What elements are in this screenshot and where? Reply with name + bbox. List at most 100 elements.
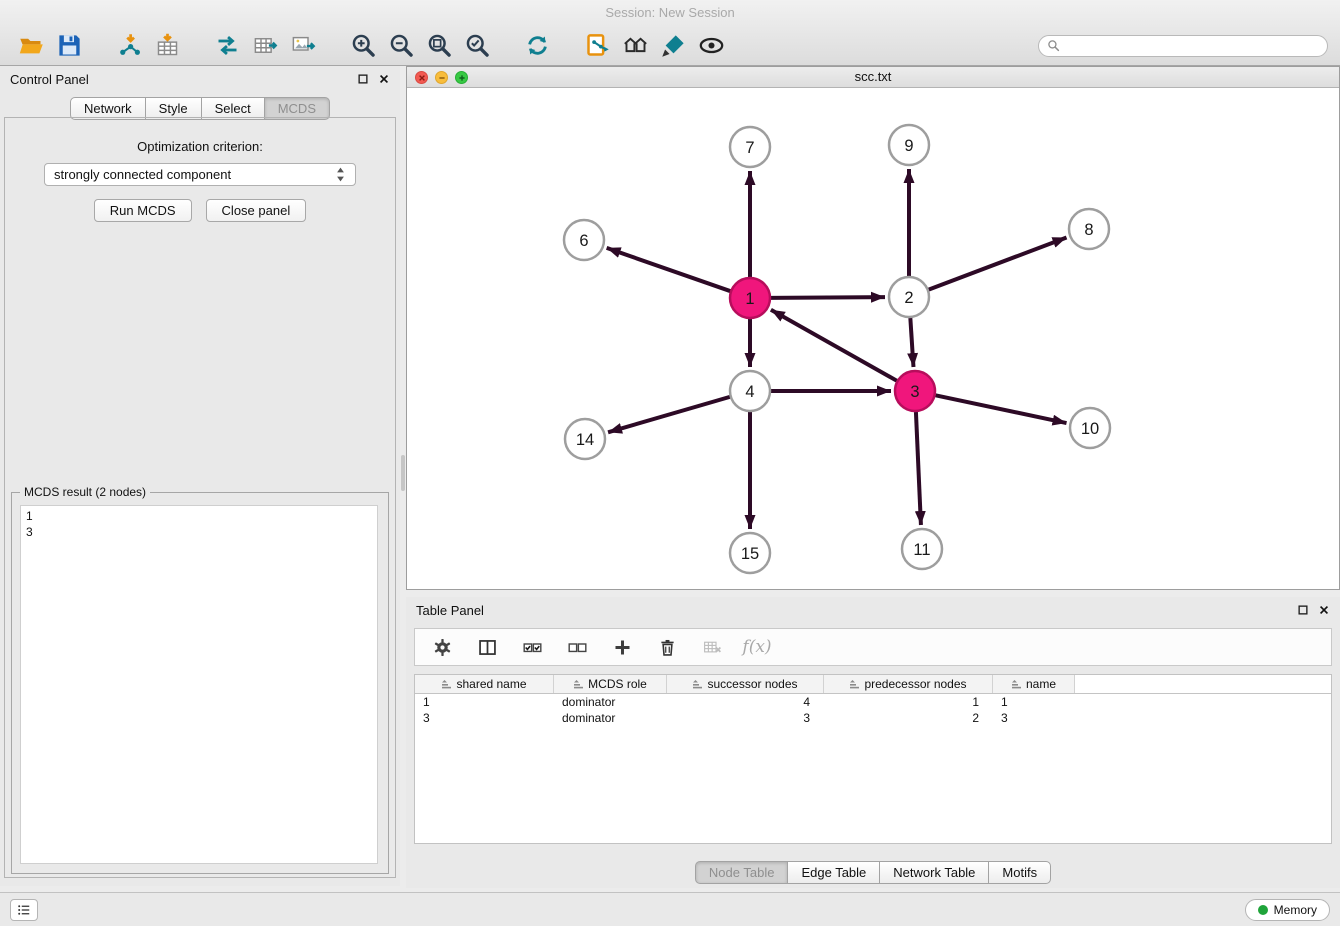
close-window-button[interactable] xyxy=(415,71,428,84)
table-row[interactable]: 1dominator411 xyxy=(415,694,1331,710)
table-cell: 1 xyxy=(993,694,1075,710)
optimization-criterion-value: strongly connected component xyxy=(54,167,231,182)
graph-node-label: 11 xyxy=(913,541,930,559)
search-icon xyxy=(1047,39,1060,52)
panel-splitter[interactable] xyxy=(401,455,405,491)
graph-node-label: 7 xyxy=(745,139,754,157)
tab-network-table[interactable]: Network Table xyxy=(879,861,989,884)
style-brush-icon xyxy=(660,32,687,59)
export-table-button[interactable] xyxy=(246,29,284,63)
show-columns-button[interactable] xyxy=(474,632,500,662)
home-button[interactable] xyxy=(616,29,654,63)
refresh-layout-button[interactable] xyxy=(518,29,556,63)
main-toolbar xyxy=(0,26,1340,66)
network-file-button[interactable] xyxy=(578,29,616,63)
network-graph[interactable]: 7968124314101511 xyxy=(407,88,1339,589)
table-cell: dominator xyxy=(554,710,667,726)
zoom-window-button[interactable] xyxy=(455,71,468,84)
node-table-header: shared nameMCDS rolesuccessor nodesprede… xyxy=(415,675,1331,694)
memory-status-icon xyxy=(1258,905,1268,915)
export-network-button[interactable] xyxy=(208,29,246,63)
graph-edge-4-14[interactable] xyxy=(608,397,730,432)
memory-button[interactable]: Memory xyxy=(1245,899,1330,921)
graph-edge-3-10[interactable] xyxy=(936,395,1067,423)
deselect-all-button[interactable] xyxy=(564,632,590,662)
tab-node-table[interactable]: Node Table xyxy=(695,861,789,884)
graph-node-label: 3 xyxy=(910,383,919,401)
zoom-out-button[interactable] xyxy=(382,29,420,63)
unchecked-boxes-icon xyxy=(567,637,588,658)
graph-edge-1-2[interactable] xyxy=(771,297,885,298)
table-panel-tabs: Node TableEdge TableNetwork TableMotifs xyxy=(406,861,1340,884)
show-details-button[interactable] xyxy=(692,29,730,63)
zoom-fit-button[interactable] xyxy=(420,29,458,63)
node-table-body: 1dominator4113dominator323 xyxy=(415,694,1331,726)
graph-edge-2-8[interactable] xyxy=(929,237,1067,289)
checked-boxes-icon xyxy=(522,637,543,658)
gear-icon xyxy=(432,637,453,658)
column-header-predecessor-nodes[interactable]: predecessor nodes xyxy=(824,675,993,693)
float-panel-icon[interactable] xyxy=(357,73,369,85)
table-row[interactable]: 3dominator323 xyxy=(415,710,1331,726)
node-table: shared nameMCDS rolesuccessor nodesprede… xyxy=(414,674,1332,844)
float-table-panel-icon[interactable] xyxy=(1297,604,1309,616)
table-cell: 3 xyxy=(415,710,554,726)
network-window-titlebar[interactable]: scc.txt xyxy=(407,67,1339,88)
mcds-result-list[interactable]: 13 xyxy=(20,505,378,864)
search-box xyxy=(1038,35,1328,57)
column-header-successor-nodes[interactable]: successor nodes xyxy=(667,675,824,693)
table-mode-button[interactable] xyxy=(429,632,455,662)
graph-node-label: 14 xyxy=(576,431,594,449)
table-cell: 4 xyxy=(667,694,824,710)
zoom-fit-icon xyxy=(426,32,453,59)
close-panel-icon[interactable] xyxy=(378,73,390,85)
run-mcds-button[interactable]: Run MCDS xyxy=(94,199,192,222)
export-image-button[interactable] xyxy=(284,29,322,63)
import-table-icon xyxy=(154,32,181,59)
zoom-selected-button[interactable] xyxy=(458,29,496,63)
column-header-MCDS-role[interactable]: MCDS role xyxy=(554,675,667,693)
create-column-button[interactable] xyxy=(609,632,635,662)
search-input[interactable] xyxy=(1065,39,1319,53)
network-canvas[interactable]: 7968124314101511 xyxy=(407,88,1339,589)
open-folder-icon xyxy=(18,32,45,59)
graph-edge-3-11[interactable] xyxy=(916,412,921,525)
list-icon xyxy=(15,901,33,919)
table-cell: dominator xyxy=(554,694,667,710)
graph-edge-2-3[interactable] xyxy=(910,318,913,367)
zoom-in-button[interactable] xyxy=(344,29,382,63)
control-panel-title: Control Panel xyxy=(10,72,89,87)
delete-column-button[interactable] xyxy=(654,632,680,662)
import-network-button[interactable] xyxy=(110,29,148,63)
style-brush-button[interactable] xyxy=(654,29,692,63)
close-panel-button[interactable]: Close panel xyxy=(206,199,307,222)
save-session-button[interactable] xyxy=(50,29,88,63)
optimization-criterion-select[interactable]: strongly connected component xyxy=(44,163,356,186)
table-cell: 3 xyxy=(667,710,824,726)
import-table-button[interactable] xyxy=(148,29,186,63)
column-header-shared-name[interactable]: shared name xyxy=(415,675,554,693)
function-builder-button[interactable]: f(x) xyxy=(744,632,770,662)
application-window: Session: New Session xyxy=(0,0,1340,926)
mcds-result-box: MCDS result (2 nodes) 13 xyxy=(11,492,389,874)
columns-icon xyxy=(477,637,498,658)
select-all-button[interactable] xyxy=(519,632,545,662)
trash-icon xyxy=(657,637,678,658)
minimize-window-button[interactable] xyxy=(435,71,448,84)
graph-edge-3-1[interactable] xyxy=(771,310,897,381)
task-history-button[interactable] xyxy=(10,899,38,921)
tab-motifs[interactable]: Motifs xyxy=(988,861,1051,884)
table-cell-filler xyxy=(1075,694,1331,710)
control-panel: Control Panel NetworkStyleSelectMCDS Opt… xyxy=(0,66,400,886)
delete-table-button[interactable] xyxy=(699,632,725,662)
column-header-name[interactable]: name xyxy=(993,675,1075,693)
import-network-icon xyxy=(116,32,143,59)
optimization-criterion-label: Optimization criterion: xyxy=(5,139,395,154)
table-toolbar: f(x) xyxy=(414,628,1332,666)
open-session-button[interactable] xyxy=(12,29,50,63)
graph-edge-1-6[interactable] xyxy=(607,248,731,291)
tab-edge-table[interactable]: Edge Table xyxy=(787,861,880,884)
close-table-panel-icon[interactable] xyxy=(1318,604,1330,616)
network-window-title: scc.txt xyxy=(855,69,892,84)
refresh-icon xyxy=(524,32,551,59)
